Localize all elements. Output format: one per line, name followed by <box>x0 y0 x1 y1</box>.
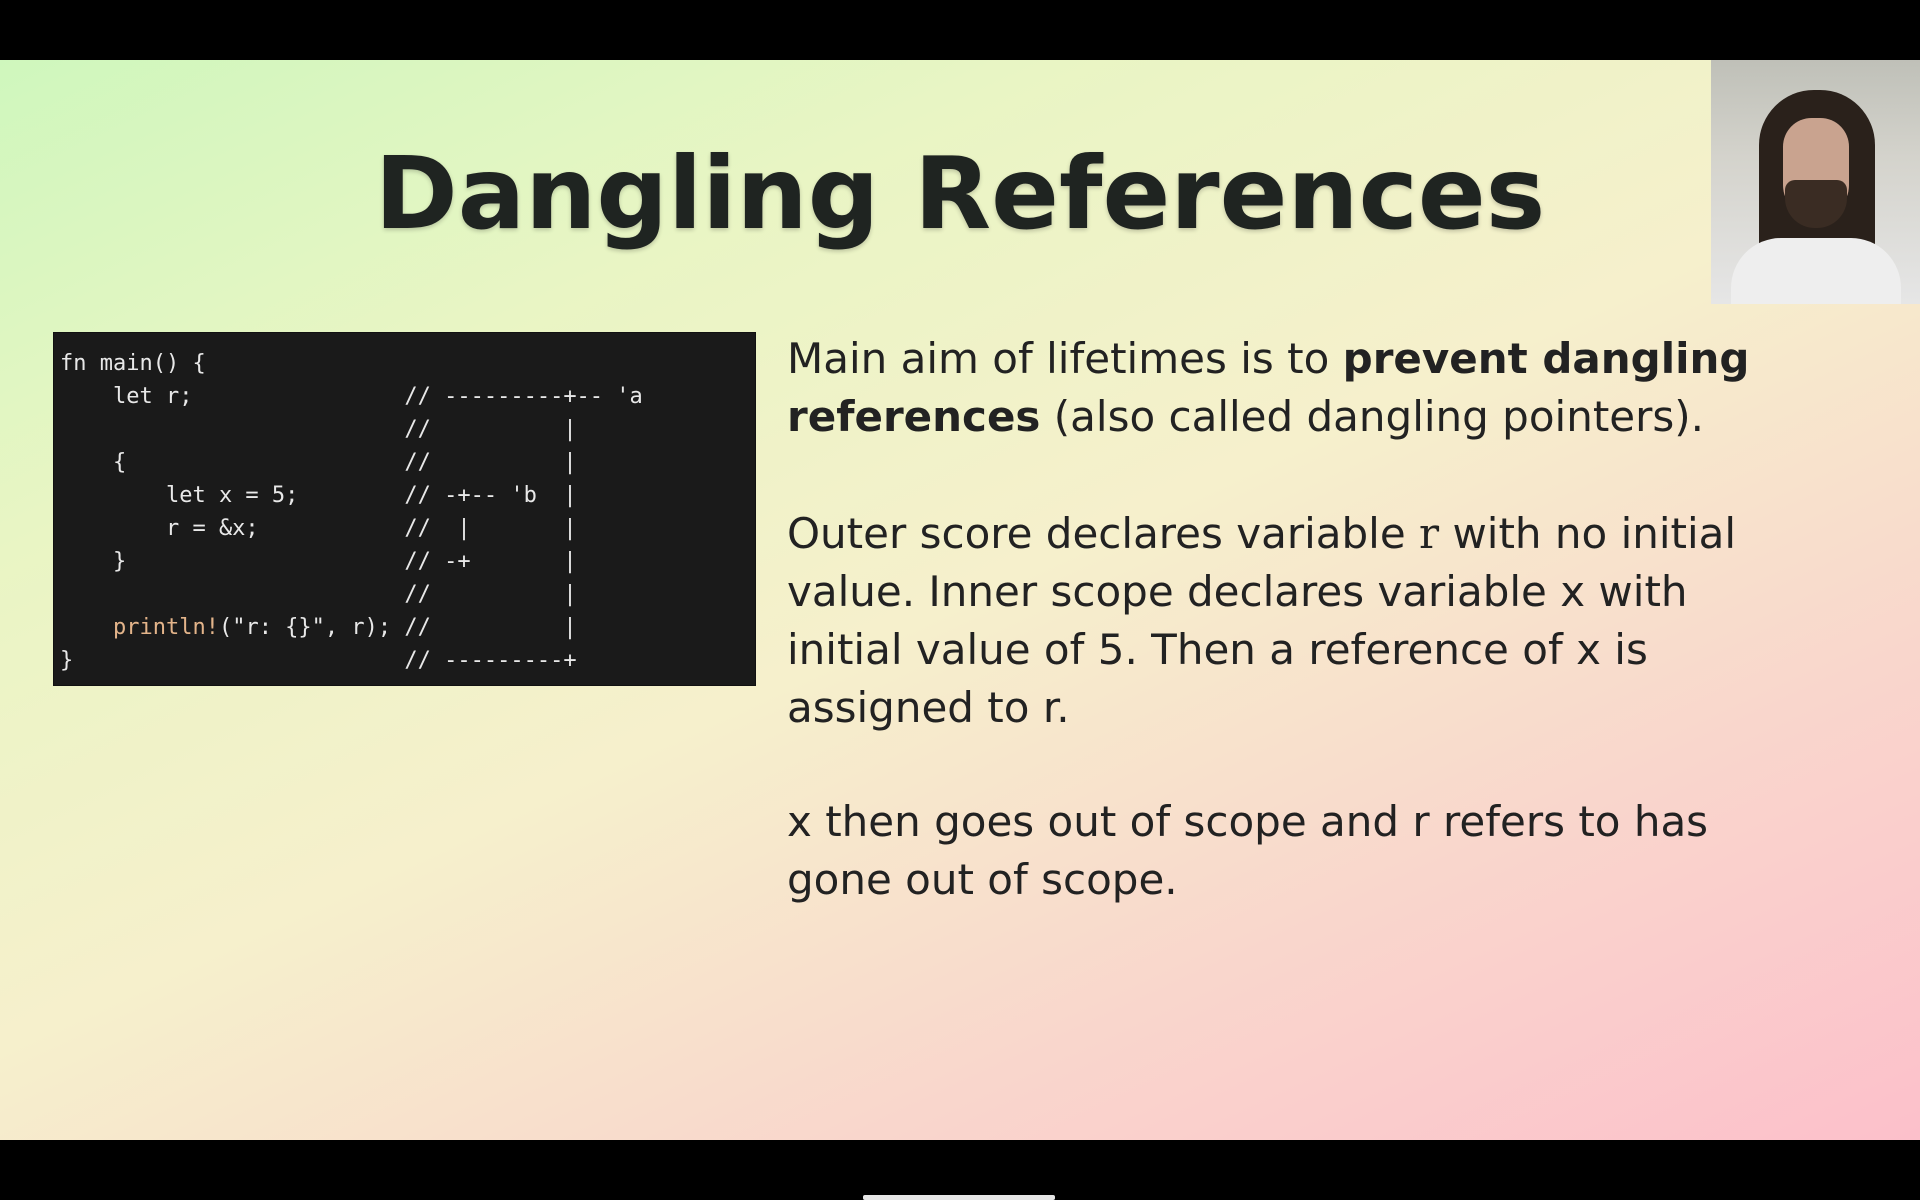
code-line: r = &x; // | | <box>60 516 577 541</box>
code-line: { // | <box>60 450 577 475</box>
code-line: } // -+ | <box>60 549 577 574</box>
code-line: let x = 5; // -+-- 'b | <box>60 483 577 508</box>
macro-name: println! <box>112 615 219 640</box>
paragraph-scopes: Outer score declares variable r with no … <box>787 505 1777 737</box>
paragraph-out-of-scope: x then goes out of scope and r refers to… <box>787 797 1709 904</box>
text: Outer score declares variable <box>787 509 1420 558</box>
text: Main aim of lifetimes is to <box>787 334 1343 383</box>
code-line: } // ---------+ <box>60 648 577 673</box>
code-snippet: fn main() { let r; // ---------+-- 'a //… <box>53 332 756 686</box>
paragraph-aim: Main aim of lifetimes is to prevent dang… <box>787 330 1777 446</box>
webcam-overlay <box>1711 60 1920 304</box>
code-line: fn main() { <box>60 351 206 376</box>
code-line: // | <box>60 582 577 607</box>
inline-code: r <box>1419 509 1440 558</box>
text: (also called dangling pointers). <box>1040 392 1705 441</box>
code-line: let r; // ---------+-- 'a <box>60 384 643 409</box>
code-text: fn main() { let r; // ---------+-- 'a //… <box>60 347 755 677</box>
code-line: // | <box>60 417 577 442</box>
video-progress-handle[interactable] <box>863 1195 1055 1200</box>
presenter-shirt <box>1731 238 1901 304</box>
presentation-slide: Dangling References fn main() { let r; /… <box>0 60 1920 1140</box>
slide-title: Dangling References <box>374 135 1546 252</box>
code-line: println!("r: {}", r); // | <box>112 615 577 640</box>
